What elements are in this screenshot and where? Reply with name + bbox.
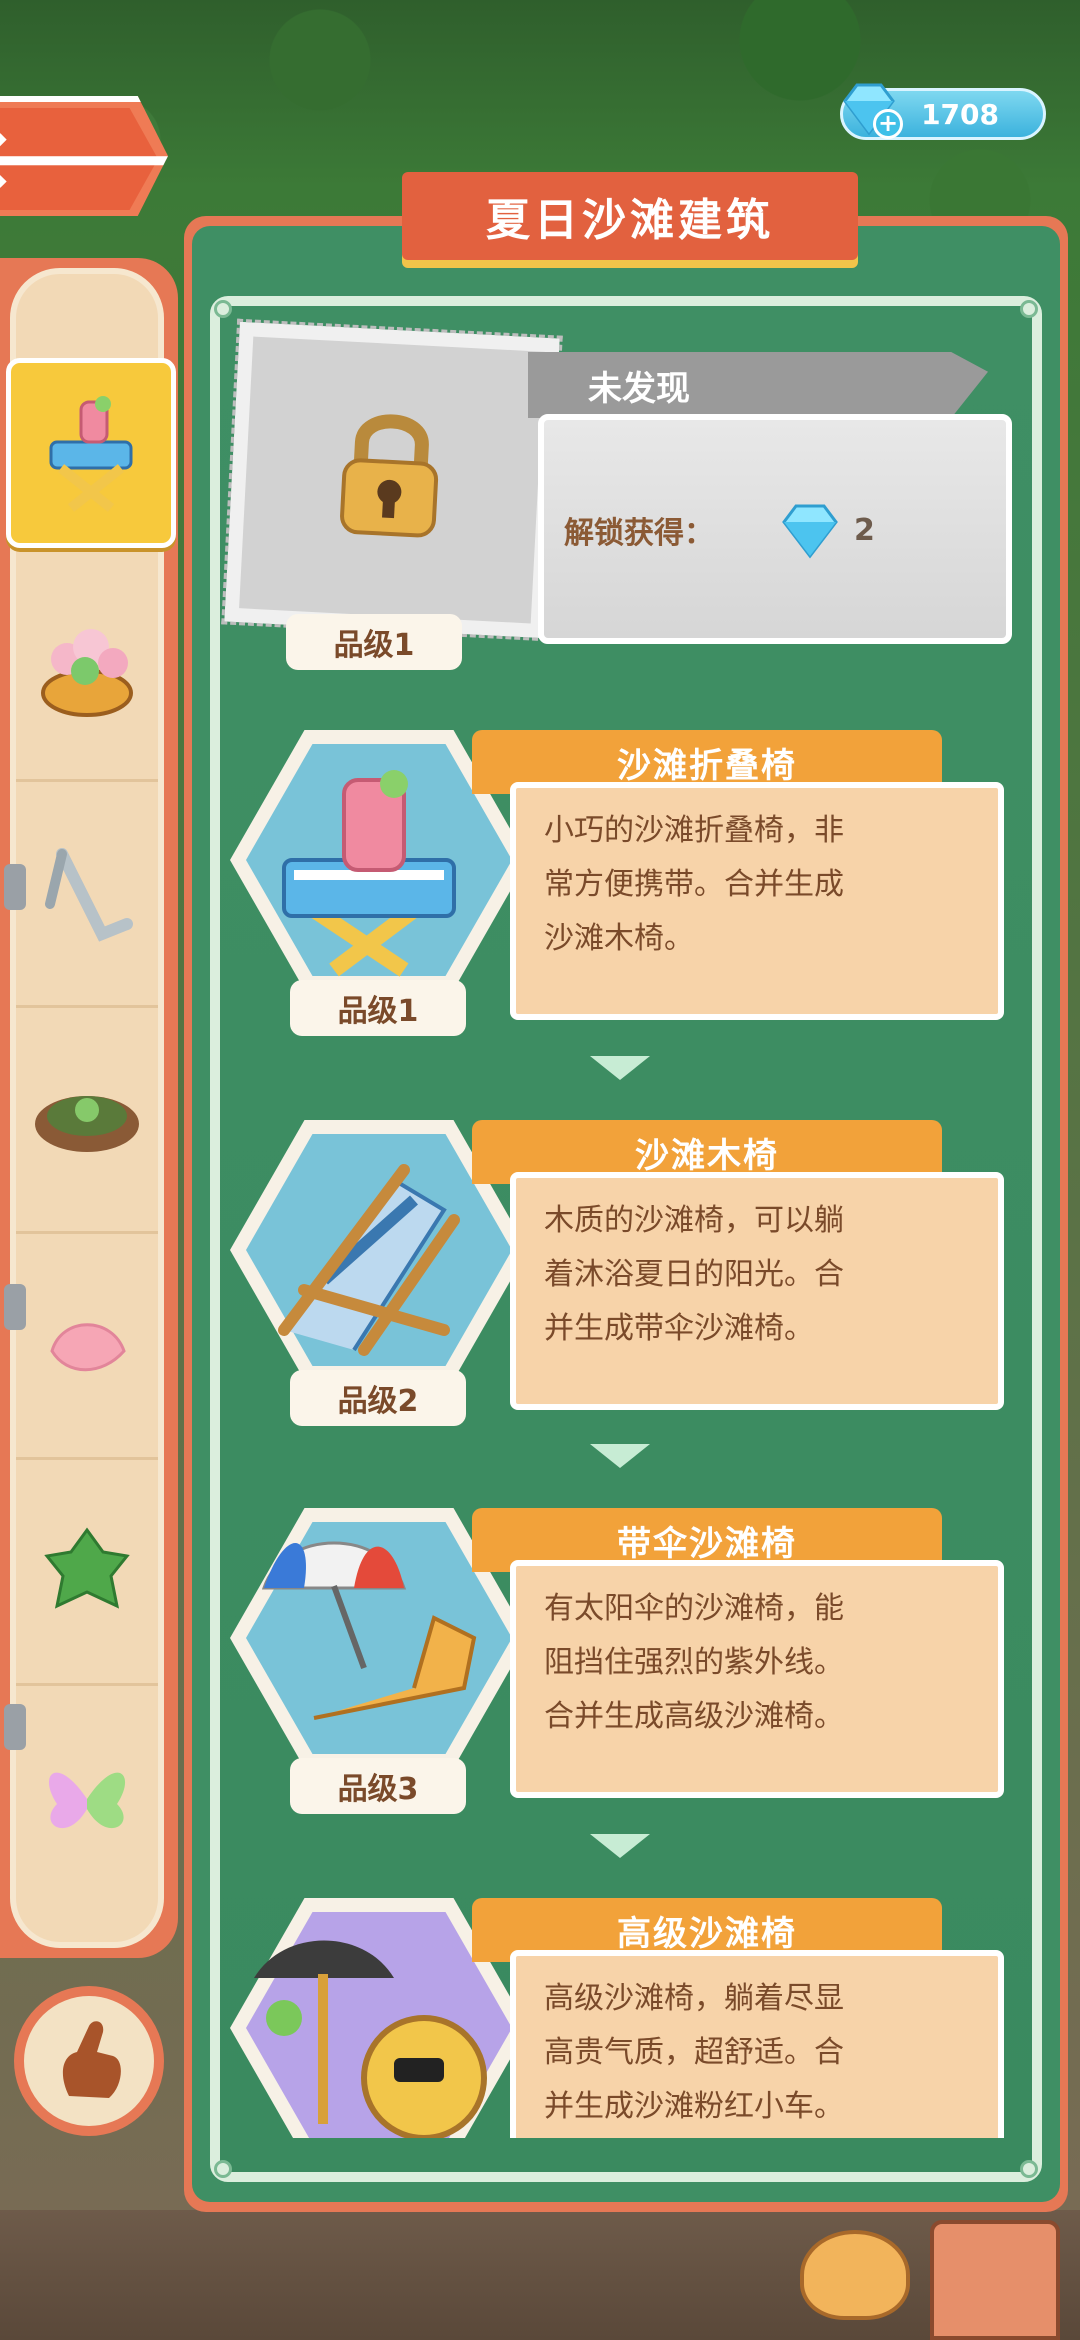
undiscovered-label: 未发现 [588, 368, 690, 409]
sidebar-item-tools[interactable] [16, 782, 158, 1008]
level-badge: 品级1 [286, 614, 462, 670]
page-title: 夏日沙滩建筑 [486, 195, 774, 246]
list-item[interactable]: 沙滩木椅 木质的沙滩椅，可以躺 着沐浴夏日的阳光。合 并生成带伞沙滩椅。 品级2 [224, 1120, 1004, 1440]
padlock-icon [340, 414, 439, 538]
category-sidebar [0, 258, 178, 1958]
back-button[interactable]: 🡐 [0, 96, 168, 216]
item-description: 小巧的沙滩折叠椅，非 常方便携带。合并生成 沙滩木椅。 [510, 782, 1004, 1020]
umbrella-beach-chair-image [261, 1541, 477, 1720]
level-badge: 品级2 [290, 1370, 466, 1426]
hint-button[interactable] [14, 1986, 164, 2136]
plus-icon[interactable]: + [873, 109, 903, 139]
stump-icon [35, 1095, 139, 1152]
level-badge: 品级3 [290, 1758, 466, 1814]
wooden-beach-chair-image [278, 1164, 460, 1356]
list-item[interactable]: 沙滩折叠椅 小巧的沙滩折叠椅，非 常方便携带。合并生成 沙滩木椅。 品级1 [224, 730, 1004, 1050]
page-title-banner: 夏日沙滩建筑 [402, 172, 858, 260]
tool-icon [45, 847, 133, 942]
list-item[interactable]: 带伞沙滩椅 有太阳伞的沙滩椅，能 阻挡住强烈的紫外线。 合并生成高级沙滩椅。 品… [224, 1508, 1004, 1828]
sidebar-item-stump[interactable] [16, 1008, 158, 1234]
beach-chair-icon [49, 396, 133, 512]
sidebar-item-butterfly[interactable] [16, 1686, 158, 1912]
sidebar-item-beach-chair[interactable] [6, 358, 176, 548]
item-description: 木质的沙滩椅，可以躺 着沐浴夏日的阳光。合 并生成带伞沙滩椅。 [510, 1172, 1004, 1410]
folding-chair-image [282, 770, 456, 977]
cat-decoration [800, 2230, 910, 2320]
sidebar-item-flowers[interactable] [16, 556, 158, 782]
back-arrow-icon: 🡐 [0, 112, 182, 205]
gem-count: 1708 [921, 97, 999, 131]
sidebar-item-leaf[interactable] [16, 1460, 158, 1686]
pointing-hand-icon [62, 2021, 121, 2098]
unlock-reward-count: 2 [854, 512, 875, 548]
item-description: 有太阳伞的沙滩椅，能 阻挡住强烈的紫外线。 合并生成高级沙滩椅。 [510, 1560, 1004, 1798]
undiscovered-tag: 未发现 [528, 352, 988, 418]
locked-item-card[interactable]: 未发现 解锁获得： 2 品级1 [221, 318, 1012, 670]
item-name: 沙滩折叠椅 [617, 745, 797, 786]
scroll-handle[interactable] [4, 864, 26, 910]
unlock-reward-label: 解锁获得： [564, 516, 714, 551]
background-scene [0, 2210, 1080, 2340]
unlock-reward: 解锁获得： 2 [564, 500, 875, 560]
item-name: 高级沙滩椅 [617, 1913, 797, 1954]
petal-icon [50, 1322, 126, 1371]
gem-counter[interactable]: + 1708 [840, 83, 1046, 140]
item-name: 沙滩木椅 [635, 1135, 779, 1176]
item-description: 高级沙滩椅，躺着尽显 高贵气质，超舒适。合 并生成沙滩粉红小车。 [510, 1950, 1004, 2138]
list-item[interactable]: 高级沙滩椅 高级沙滩椅，躺着尽显 高贵气质，超舒适。合 并生成沙滩粉红小车。 [224, 1898, 1004, 2138]
scroll-handle[interactable] [4, 1284, 26, 1330]
flower-basket-icon [41, 628, 133, 717]
scroll-handle[interactable] [4, 1704, 26, 1750]
item-name: 带伞沙滩椅 [617, 1523, 797, 1564]
premium-beach-chair-image [254, 1940, 487, 2138]
leaf-icon [44, 1526, 130, 1609]
locked-stamp [221, 318, 563, 642]
cabinet-decoration [930, 2220, 1060, 2340]
sidebar-item-petal[interactable] [16, 1234, 158, 1460]
butterfly-icon [48, 1772, 126, 1829]
level-badge: 品级1 [290, 980, 466, 1036]
gem-icon [782, 504, 838, 559]
